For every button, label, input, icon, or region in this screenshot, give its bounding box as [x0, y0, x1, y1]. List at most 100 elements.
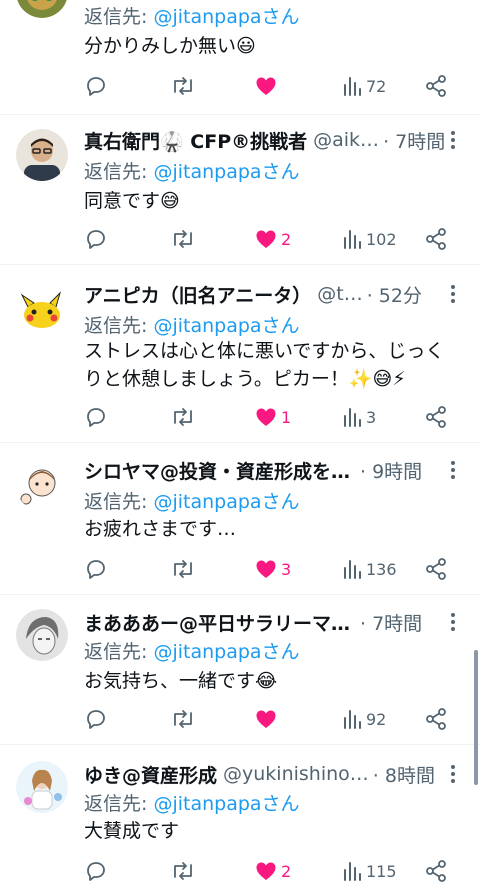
- display-name[interactable]: アニピカ（旧名アニータ）: [84, 281, 311, 308]
- reply-to-line: 返信先: @jitanpapaさん: [84, 315, 300, 337]
- mention-link[interactable]: @jitanpapaさん: [153, 641, 299, 663]
- retweet-button[interactable]: [170, 225, 199, 253]
- views-chart-icon: [344, 862, 361, 881]
- more-options-icon[interactable]: [450, 765, 456, 783]
- tweet-header: 真右衛門🥋 CFP®挑戦者 @aik… · 7時間: [84, 125, 464, 155]
- mention-link[interactable]: @jitanpapaさん: [153, 793, 299, 815]
- reply-to-line: 返信先: @jitanpapaさん: [84, 641, 300, 663]
- avatar[interactable]: [16, 0, 68, 18]
- retweet-button[interactable]: [170, 705, 199, 733]
- retweet-button[interactable]: [170, 72, 199, 100]
- tweet-header: まあああー@平日サラリーマ… · 7時間: [84, 607, 464, 637]
- user-handle[interactable]: @t…: [317, 283, 362, 305]
- reply-tweet[interactable]: ゆき@資産形成 @yukinishino… · 8時間 返信先: @jitanp…: [0, 744, 480, 888]
- retweet-icon: [174, 862, 192, 880]
- reply-icon: [87, 408, 105, 427]
- reply-button[interactable]: [84, 225, 111, 253]
- like-button[interactable]: [254, 705, 281, 733]
- mention-link[interactable]: @jitanpapaさん: [153, 6, 299, 28]
- retweet-button[interactable]: [170, 403, 199, 431]
- user-handle[interactable]: @yukinishino…: [223, 763, 369, 785]
- reply-to-line: 返信先: @jitanpapaさん: [84, 6, 300, 28]
- timestamp[interactable]: · 8時間: [373, 761, 435, 788]
- views-chart-icon: [344, 77, 361, 96]
- tweet-text: 分かりみしか無い😃: [84, 35, 256, 57]
- share-icon: [426, 558, 446, 580]
- views-button[interactable]: 115: [341, 857, 397, 885]
- like-button[interactable]: 1: [254, 403, 291, 431]
- avatar[interactable]: [16, 129, 68, 181]
- timestamp[interactable]: · 7時間: [360, 609, 422, 636]
- like-button[interactable]: [254, 72, 281, 100]
- scrollbar[interactable]: [474, 650, 478, 785]
- user-handle[interactable]: @aik…: [313, 129, 379, 151]
- avatar[interactable]: [16, 761, 68, 813]
- action-bar: 3 136: [84, 555, 454, 583]
- avatar[interactable]: [16, 281, 68, 333]
- more-options-icon[interactable]: [450, 461, 456, 479]
- share-button[interactable]: [424, 555, 448, 583]
- display-name[interactable]: シロヤマ@投資・資産形成を…: [84, 457, 350, 484]
- tweet-header: アニピカ（旧名アニータ） @t… · 52分: [84, 279, 464, 309]
- avatar[interactable]: [16, 459, 68, 511]
- action-bar: 72: [84, 72, 454, 100]
- like-button[interactable]: 2: [254, 857, 291, 885]
- tweet-header: ゆき@資産形成 @yukinishino… · 8時間: [84, 759, 464, 789]
- reply-button[interactable]: [84, 72, 111, 100]
- share-button[interactable]: [424, 857, 448, 885]
- display-name[interactable]: まあああー@平日サラリーマ…: [84, 609, 350, 636]
- views-chart-icon: [344, 560, 361, 579]
- reply-button[interactable]: [84, 857, 111, 885]
- heart-icon: [256, 862, 276, 880]
- like-button[interactable]: 2: [254, 225, 291, 253]
- share-icon: [426, 708, 446, 730]
- avatar[interactable]: [16, 609, 68, 661]
- retweet-button[interactable]: [170, 857, 199, 885]
- share-button[interactable]: [424, 225, 448, 253]
- reply-tweet[interactable]: 真右衛門🥋 CFP®挑戦者 @aik… · 7時間 返信先: @jitanpap…: [0, 114, 480, 265]
- more-options-icon[interactable]: [450, 613, 456, 631]
- timestamp[interactable]: · 7時間: [383, 127, 445, 154]
- reply-button[interactable]: [84, 555, 111, 583]
- more-options-icon[interactable]: [450, 131, 456, 149]
- retweet-button[interactable]: [170, 555, 199, 583]
- like-button[interactable]: 3: [254, 555, 291, 583]
- reply-tweet[interactable]: アニピカ（旧名アニータ） @t… · 52分 返信先: @jitanpapaさん…: [0, 264, 480, 443]
- more-options-icon[interactable]: [450, 285, 456, 303]
- share-button[interactable]: [424, 72, 448, 100]
- tweet-text: 大賛成です: [84, 820, 180, 842]
- reply-tweet[interactable]: 返信先: @jitanpapaさん 分かりみしか無い😃 72: [0, 0, 480, 102]
- reply-tweet[interactable]: シロヤマ@投資・資産形成を… · 9時間 返信先: @jitanpapaさん お…: [0, 442, 480, 595]
- tweet-header: シロヤマ@投資・資産形成を… · 9時間: [84, 455, 464, 485]
- share-icon: [426, 75, 446, 97]
- views-button[interactable]: 136: [341, 555, 397, 583]
- retweet-icon: [174, 77, 192, 95]
- heart-icon: [256, 710, 276, 728]
- reply-to-line: 返信先: @jitanpapaさん: [84, 793, 300, 815]
- views-button[interactable]: 3: [341, 403, 376, 431]
- timestamp[interactable]: · 52分: [367, 281, 422, 308]
- reply-tweet[interactable]: まあああー@平日サラリーマ… · 7時間 返信先: @jitanpapaさん お…: [0, 594, 480, 745]
- reply-button[interactable]: [84, 705, 111, 733]
- heart-icon: [256, 230, 276, 248]
- views-button[interactable]: 92: [341, 705, 386, 733]
- heart-icon: [256, 560, 276, 578]
- reply-to-line: 返信先: @jitanpapaさん: [84, 491, 300, 513]
- mention-link[interactable]: @jitanpapaさん: [153, 491, 299, 513]
- timestamp[interactable]: · 9時間: [360, 457, 422, 484]
- reply-icon: [87, 77, 105, 96]
- display-name[interactable]: 真右衛門🥋 CFP®挑戦者: [84, 127, 307, 154]
- reply-button[interactable]: [84, 403, 111, 431]
- share-button[interactable]: [424, 403, 448, 431]
- mention-link[interactable]: @jitanpapaさん: [153, 315, 299, 337]
- retweet-icon: [174, 408, 192, 426]
- share-button[interactable]: [424, 705, 448, 733]
- mention-link[interactable]: @jitanpapaさん: [153, 161, 299, 183]
- views-chart-icon: [344, 230, 361, 249]
- share-icon: [426, 228, 446, 250]
- views-button[interactable]: 72: [341, 72, 386, 100]
- views-button[interactable]: 102: [341, 225, 397, 253]
- tweet-text: 同意です😅: [84, 190, 180, 212]
- display-name[interactable]: ゆき@資産形成: [84, 761, 217, 788]
- reply-to-line: 返信先: @jitanpapaさん: [84, 161, 300, 183]
